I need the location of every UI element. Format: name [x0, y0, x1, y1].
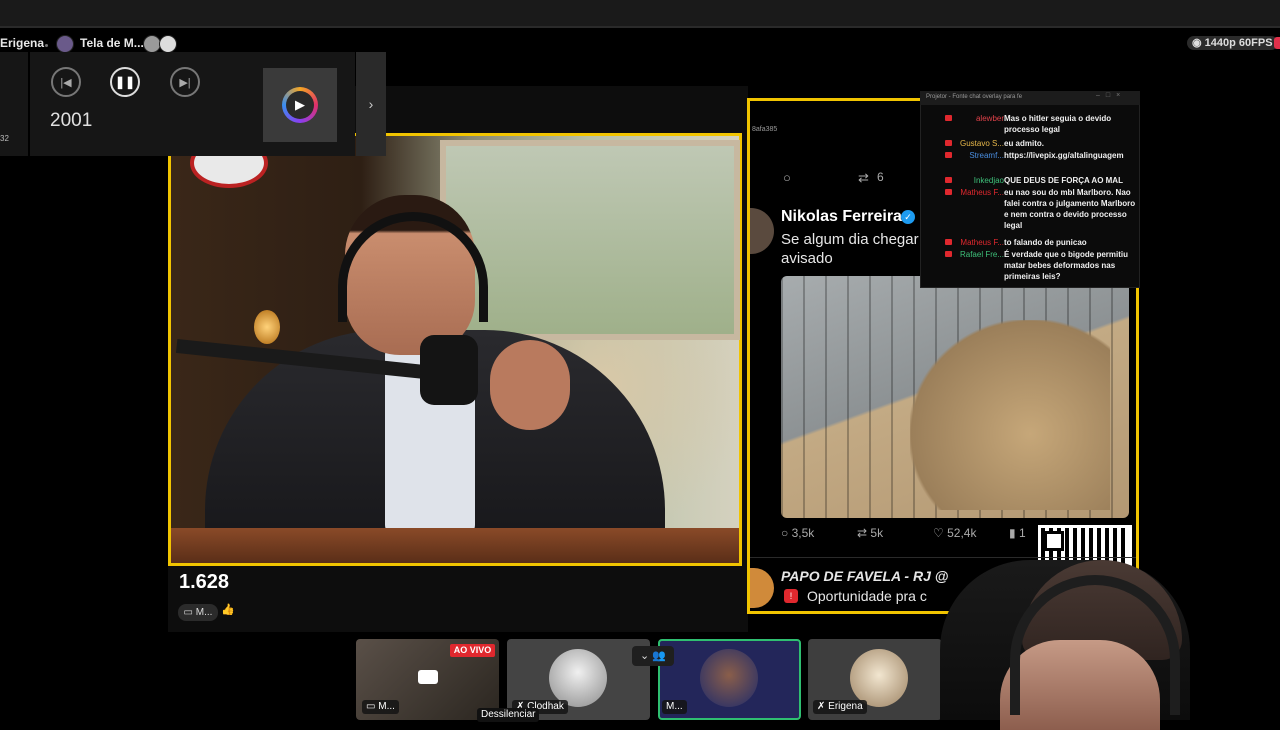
minimize-icon[interactable]: – [1096, 92, 1106, 99]
next-track-button[interactable]: ▶| [170, 67, 200, 97]
separator-dot [45, 44, 48, 47]
video-speaker-hand [490, 340, 570, 430]
title-bar-divider [0, 26, 1280, 28]
chat-username: Inkedjao [973, 176, 1004, 185]
chevron-right-icon: › [368, 96, 374, 112]
heart-icon: ♡ [933, 526, 948, 540]
chat-message-text: eu nao sou do mbl Marlboro. Nao falei co… [1004, 188, 1136, 230]
chat-window-title: Projetor - Fonte chat overlay para fe [926, 94, 1023, 100]
participant-name-label: ▭ M... [362, 700, 399, 714]
alert-emoji-icon: ! [784, 589, 798, 603]
live-indicator [1274, 37, 1280, 49]
video-microphone [420, 335, 478, 405]
verified-badge-icon: ✓ [901, 210, 915, 224]
video-desk [171, 528, 739, 563]
views-stat[interactable]: ▮ 1 [1009, 526, 1026, 540]
window-title-bar [0, 0, 1280, 26]
participant-name-label: M... [662, 700, 687, 714]
chat-username: Gustavo S... [959, 139, 1004, 148]
play-icon: ▶ [286, 91, 314, 119]
mic-off-icon: ✗ [817, 701, 829, 712]
media-player-icon: ▶ [282, 87, 318, 123]
pause-button[interactable]: ❚❚ [110, 67, 140, 97]
tweet-author-name[interactable]: Nikolas Ferreira [781, 208, 902, 226]
youtube-icon [945, 239, 952, 245]
viewer-avatar[interactable] [159, 35, 177, 53]
retweet-icon: ⇄ [857, 526, 871, 540]
like-stat[interactable]: ♡ 52,4k [933, 526, 976, 540]
window-controls[interactable]: –□× [1096, 92, 1126, 99]
screen-share-icon [418, 670, 438, 684]
previous-track-button[interactable]: |◀ [51, 67, 81, 97]
participant-avatar [549, 649, 607, 707]
youtube-icon [945, 140, 952, 146]
stage-user-label: M... [195, 607, 213, 618]
participant-name-label: ✗ Erigena [813, 700, 867, 714]
chat-username: Matheus F... [960, 188, 1004, 197]
participant-avatar [700, 649, 758, 707]
tweet-handle-fragment: 8afa385 [752, 126, 778, 133]
participant-name: Erigena [828, 701, 863, 712]
chat-message-text: QUE DEUS DE FORÇA AO MAL [1004, 176, 1123, 185]
media-app-button[interactable]: ▶ [263, 68, 337, 142]
stage-user-pill[interactable]: ▭ M... [178, 604, 218, 621]
thumbs-up-icon: 👍 [221, 604, 235, 616]
eye-icon: ◉ [1192, 37, 1205, 49]
chevron-down-icon: ⌄ [640, 650, 653, 662]
reply-stat[interactable]: ○ 3,5k [781, 526, 814, 540]
stream-quality-badge: ◉ 1440p 60FPS [1187, 36, 1278, 50]
channel-user-name[interactable]: Erigena [0, 36, 44, 50]
tweet-author-name[interactable]: PAPO DE FAVELA - RJ @ [781, 568, 948, 584]
viewer-count: 1.628 [179, 571, 230, 593]
tweet-divider [750, 557, 1136, 558]
chat-username: alewber [975, 114, 1004, 123]
chat-message-text: https://livepix.gg/altalinguagem [1004, 151, 1124, 160]
retweet-count: 5k [870, 526, 884, 540]
views-count: 1 [1018, 526, 1026, 540]
retweet-icon[interactable]: ⇄ [858, 170, 869, 186]
chat-username: Rafael Fre... [959, 250, 1004, 259]
bar-chart-icon: ▮ [1009, 526, 1019, 540]
skip-previous-icon: |◀ [60, 76, 72, 89]
chat-message-text: Mas o hitler seguia o devido processo le… [1004, 114, 1112, 134]
tweet-text: Oportunidade pra c [807, 588, 927, 604]
chat-message-text: eu admito. [1004, 139, 1045, 148]
youtube-icon [945, 115, 952, 121]
skip-next-icon: ▶| [179, 76, 191, 89]
retweet-count: 6 [877, 170, 884, 184]
tweet-text: Se algum dia chegar avisado [781, 231, 919, 267]
people-icon: 👥 [652, 650, 666, 662]
tweet-image-crowd [910, 320, 1110, 510]
live-badge: AO VIVO [450, 644, 495, 657]
video-lamp [254, 310, 280, 344]
chat-username: Matheus F... [960, 238, 1004, 247]
monitor-icon: ▭ [366, 701, 379, 712]
pause-icon: ❚❚ [114, 75, 136, 89]
participant-avatar [850, 649, 908, 707]
stream-quality-label: 1440p 60FPS [1204, 37, 1273, 49]
chat-message-text: É verdade que o bigode permitiu matar be… [1004, 250, 1129, 281]
media-track-title: 2001 [50, 110, 93, 131]
reply-icon: ○ [781, 526, 792, 540]
reply-count: 3,5k [791, 526, 815, 540]
youtube-icon [945, 177, 952, 183]
like-count: 52,4k [947, 526, 977, 540]
media-meta-fragment: 32 [0, 134, 9, 143]
close-icon[interactable]: × [1116, 92, 1126, 99]
retweet-stat[interactable]: ⇄ 5k [857, 526, 883, 540]
media-expand-button[interactable]: › [356, 52, 386, 156]
participant-name: M... [378, 701, 395, 712]
monitor-icon: ▭ [183, 607, 196, 618]
maximize-icon[interactable]: □ [1106, 92, 1116, 99]
chat-username: Streamf... [969, 151, 1004, 160]
chat-message-text: to falando de punicao [1004, 238, 1087, 247]
youtube-icon [945, 152, 952, 158]
streamer-avatar[interactable] [56, 35, 74, 53]
youtube-icon [945, 189, 952, 195]
youtube-icon [945, 251, 952, 257]
screen-share-title[interactable]: Tela de M... [80, 36, 144, 50]
tile-options-button[interactable]: ⌄ 👥 [632, 646, 674, 666]
reply-icon[interactable]: ○ [783, 170, 791, 185]
